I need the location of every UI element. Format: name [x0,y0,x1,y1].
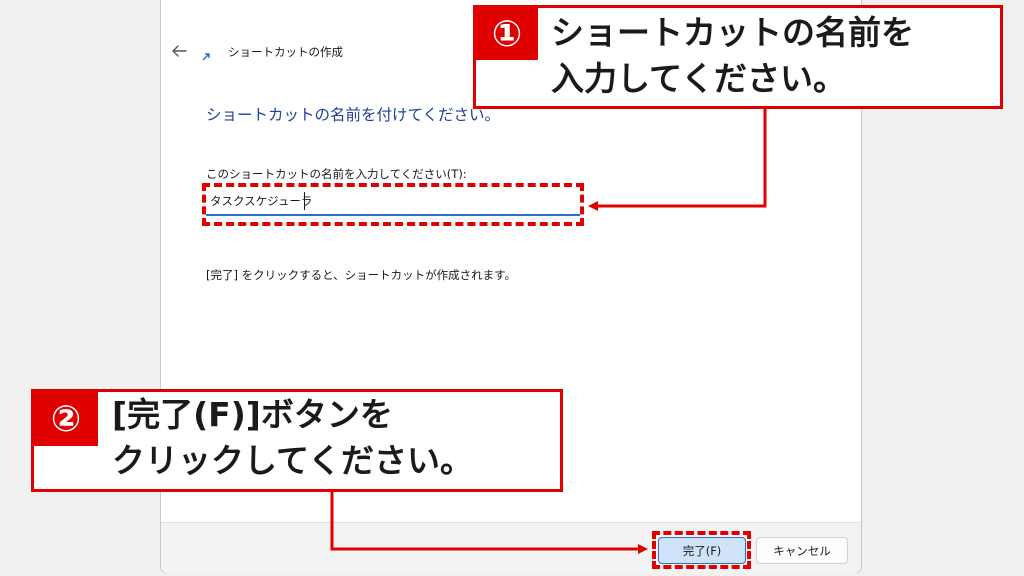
screen: ショートカットの作成 ショートカットの名前を付けてください。 このショートカット… [0,0,1024,576]
shortcut-name-label: このショートカットの名前を入力してください(T): [206,167,467,181]
back-arrow-icon[interactable] [170,42,188,60]
finish-hint: [完了] をクリックすると、ショートカットが作成されます。 [206,268,517,282]
finish-button-highlight-box [652,531,751,569]
page-heading: ショートカットの名前を付けてください。 [206,106,501,124]
step1-text-line2: 入力してください。 [551,59,847,98]
step2-badge: ② [34,392,98,446]
step2-text-line1: [完了(F)]ボタンを [112,395,393,434]
wizard-title: ショートカットの作成 [228,45,343,59]
cancel-button[interactable]: キャンセル [756,537,848,564]
step1-badge: ① [476,8,538,60]
input-highlight-box [202,183,584,226]
step2-text-line2: クリックしてください。 [112,441,474,480]
step1-text-line1: ショートカットの名前を [551,13,914,52]
shortcut-arrow-icon [202,53,210,61]
